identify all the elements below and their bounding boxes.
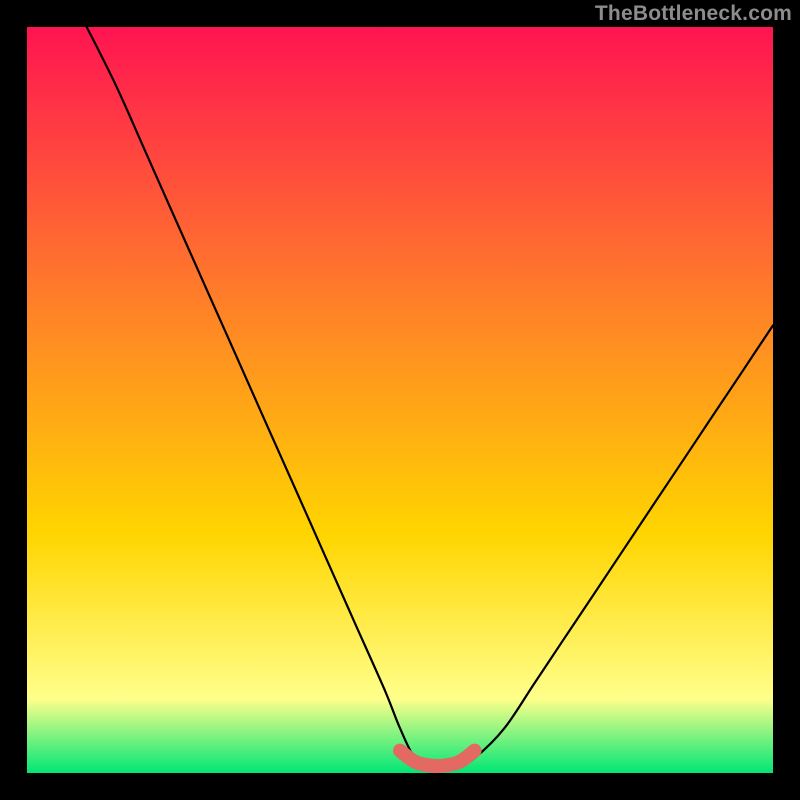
outer-frame: TheBottleneck.com: [0, 0, 800, 800]
chart-area: [27, 27, 773, 773]
watermark-text: TheBottleneck.com: [595, 2, 792, 26]
chart-svg: [27, 27, 773, 773]
